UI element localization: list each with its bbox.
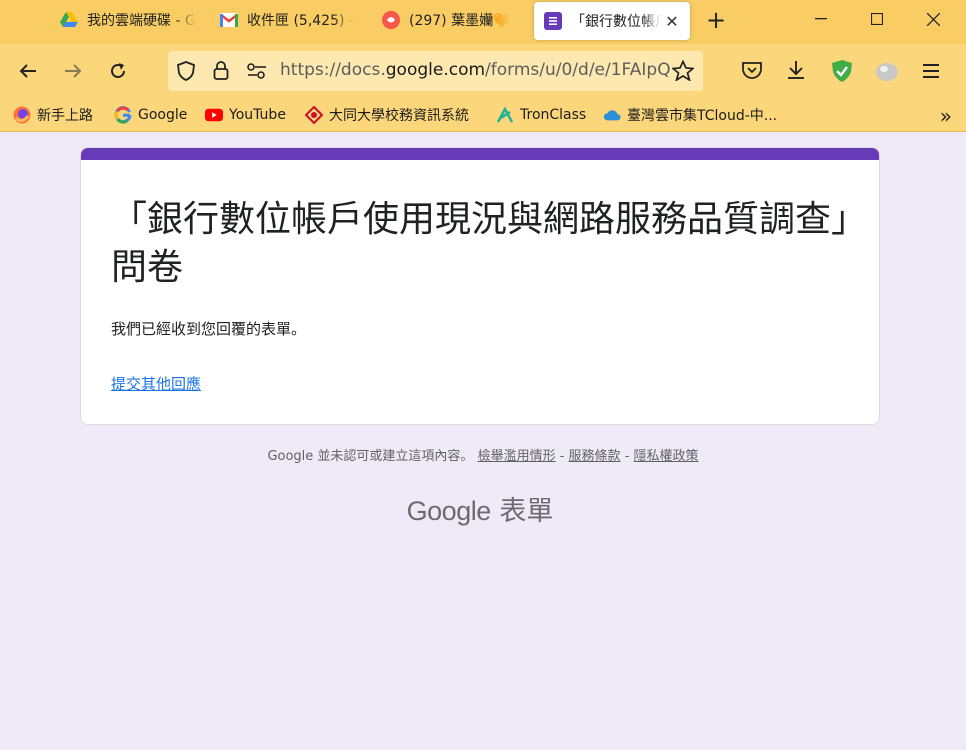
google-forms-logo[interactable]: Google 表單 [0,489,960,528]
adblock-shield-icon[interactable] [831,59,853,87]
extension-icon[interactable] [875,60,899,86]
form-accent-bar [81,148,879,160]
tab-gmail[interactable]: 收件匣 (5,425) - [220,0,360,40]
tab-label: 我的雲端硬碟 - G [87,13,196,29]
ttu-icon [305,106,323,124]
bookmark-ttu[interactable]: 大同大學校務資訊系統 [305,104,469,126]
bookmarks-toolbar: 新手上路 Google YouTube 大同大學校務資訊系統 TronClass… [0,98,966,132]
url-text[interactable]: https://docs.google.com/forms/u/0/d/e/1F… [280,60,670,80]
form-footer: Google 並未認可或建立這項內容。 檢舉濫用情形 - 服務條款 - 隱私權政… [267,449,699,464]
forms-wordmark: 表單 [499,496,554,527]
tab-app[interactable]: (297) 葉墨孏🧡 [382,0,522,40]
confirmation-message: 我們已經收到您回覆的表單。 [111,320,307,338]
google-icon [114,106,132,124]
google-drive-icon [60,11,78,29]
bookmark-getting-started[interactable]: 新手上路 [13,104,93,126]
tab-google-drive[interactable]: 我的雲端硬碟 - G [60,0,200,40]
bookmark-google[interactable]: Google [114,104,187,126]
new-tab-button[interactable]: + [702,6,730,34]
permissions-icon[interactable] [247,63,267,83]
maximize-button[interactable] [849,0,905,38]
tab-label: (297) 葉墨孏🧡 [409,13,511,29]
form-card: 「銀行數位帳戶使用現況與網路服務品質調查」問卷 我們已經收到您回覆的表單。 提交… [80,147,880,425]
app-icon [382,11,400,29]
form-title: 「銀行數位帳戶使用現況與網路服務品質調查」問卷 [111,199,850,288]
menu-icon[interactable] [922,63,940,83]
minimize-button[interactable] [793,0,849,38]
close-window-button[interactable] [905,0,961,38]
back-button[interactable] [14,57,42,85]
close-tab-icon[interactable]: ✕ [662,11,682,31]
google-wordmark: Google [406,496,492,526]
tronclass-icon [496,106,514,124]
tab-google-forms[interactable]: 「銀行數位帳戶 ✕ [534,2,690,40]
report-abuse-link[interactable]: 檢舉濫用情形 [478,449,556,464]
tab-strip: 我的雲端硬碟 - G 收件匣 (5,425) - (297) 葉墨孏🧡 「銀行數… [0,0,966,44]
bookmark-tcloud[interactable]: 臺灣雲市集TCloud-中... [603,104,777,126]
submit-another-response-link[interactable]: 提交其他回應 [111,373,201,394]
lock-icon[interactable] [213,60,229,84]
tab-label: 收件匣 (5,425) - [247,13,354,29]
bookmarks-overflow-icon[interactable]: » [940,104,952,128]
bookmark-youtube[interactable]: YouTube [205,104,286,126]
firefox-icon [13,106,31,124]
reload-button[interactable] [104,57,132,85]
google-forms-icon [544,12,562,30]
footer-disclaimer: Google 並未認可或建立這項內容。 [267,449,474,464]
forward-button[interactable] [59,57,87,85]
tcloud-icon [603,106,621,124]
pocket-icon[interactable] [741,61,763,85]
shield-icon[interactable] [177,61,195,85]
bookmark-tronclass[interactable]: TronClass [496,104,586,126]
download-icon[interactable] [786,60,806,84]
bookmark-star-icon[interactable] [670,59,696,85]
privacy-policy-link[interactable]: 隱私權政策 [634,449,699,464]
address-bar[interactable]: https://docs.google.com/forms/u/0/d/e/1F… [168,51,703,91]
tab-label: 「銀行數位帳戶 [571,14,661,30]
terms-of-service-link[interactable]: 服務條款 [569,449,621,464]
gmail-icon [220,11,238,29]
youtube-icon [205,106,223,124]
